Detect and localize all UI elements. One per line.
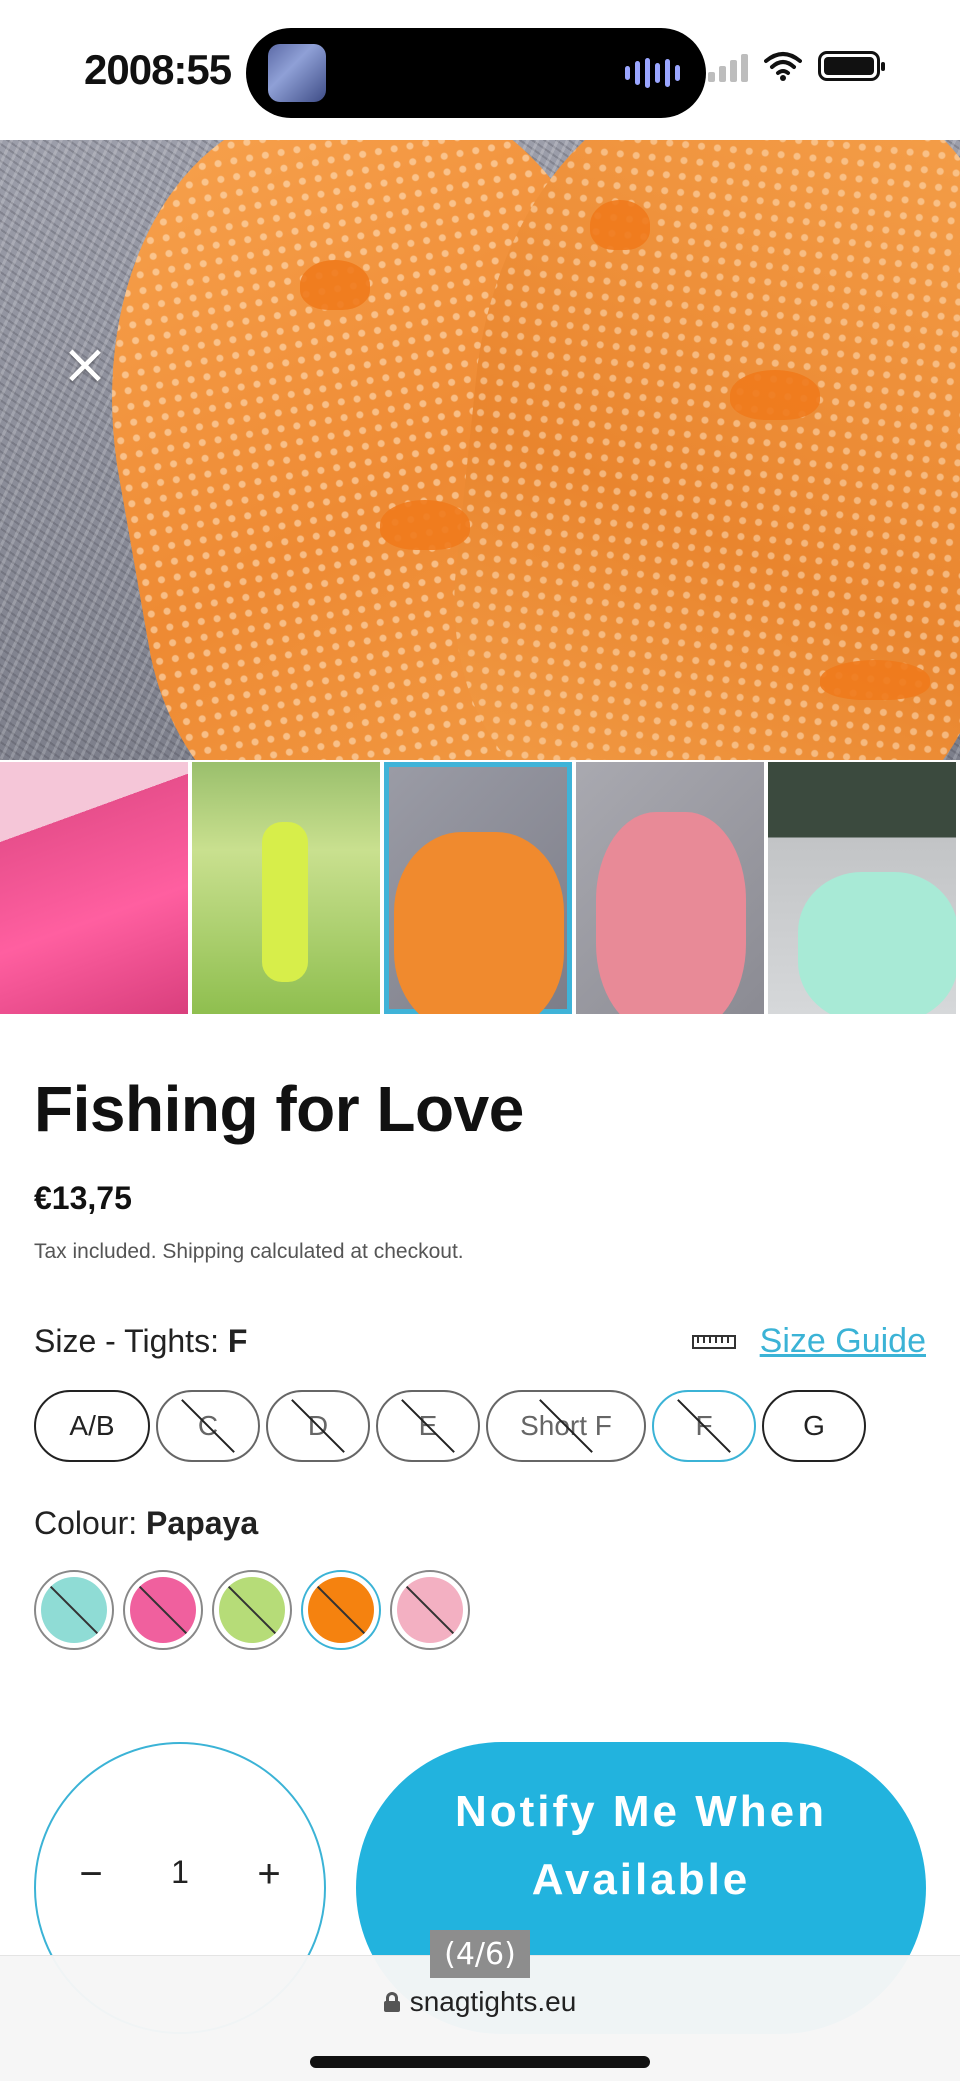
close-icon: × bbox=[61, 332, 109, 397]
thumbnail-lime[interactable] bbox=[192, 762, 380, 1014]
quantity-increase-button[interactable]: + bbox=[244, 1852, 294, 1897]
status-icons bbox=[708, 50, 885, 82]
product-main-image[interactable]: × bbox=[0, 140, 960, 760]
colour-swatch-pink[interactable] bbox=[123, 1570, 203, 1650]
size-row: Size - Tights: F Size Guide bbox=[34, 1322, 926, 1361]
thumbnail-papaya[interactable] bbox=[384, 762, 572, 1014]
size-label: Size - Tights: F bbox=[34, 1323, 248, 1359]
size-options: A/B C D E Short F F G bbox=[34, 1390, 866, 1462]
tax-note: Tax included. Shipping calculated at che… bbox=[34, 1240, 464, 1263]
selected-colour: Papaya bbox=[146, 1505, 259, 1541]
now-playing-artwork bbox=[268, 44, 326, 102]
colour-swatch-papaya[interactable] bbox=[301, 1570, 381, 1650]
size-option-short-f[interactable]: Short F bbox=[486, 1390, 646, 1462]
size-option-g[interactable]: G bbox=[762, 1390, 866, 1462]
lock-icon bbox=[383, 1992, 400, 2012]
audio-waveform-icon bbox=[625, 58, 680, 88]
cellular-signal-icon bbox=[708, 50, 748, 82]
thumbnail-mint[interactable] bbox=[768, 762, 956, 1014]
size-option-d[interactable]: D bbox=[266, 1390, 370, 1462]
size-option-e[interactable]: E bbox=[376, 1390, 480, 1462]
status-bar: 2008:55 bbox=[0, 0, 960, 140]
size-guide-link[interactable]: Size Guide bbox=[760, 1322, 926, 1361]
thumbnail-pink[interactable] bbox=[0, 762, 188, 1014]
battery-icon bbox=[818, 51, 885, 81]
home-indicator bbox=[310, 2056, 650, 2068]
colour-swatch-rose[interactable] bbox=[390, 1570, 470, 1650]
product-price: €13,75 bbox=[34, 1180, 132, 1216]
status-time: 2008:55 bbox=[84, 46, 232, 93]
colour-swatch-mint[interactable] bbox=[34, 1570, 114, 1650]
product-title: Fishing for Love bbox=[34, 1073, 524, 1145]
dynamic-island bbox=[246, 28, 706, 118]
colour-swatches bbox=[34, 1570, 470, 1650]
colour-label: Colour: Papaya bbox=[34, 1505, 259, 1541]
colour-swatch-lime[interactable] bbox=[212, 1570, 292, 1650]
gallery-page-indicator: (4/6) bbox=[430, 1930, 530, 1978]
address-bar[interactable]: snagtights.eu bbox=[0, 1986, 960, 2018]
thumbnail-rose[interactable] bbox=[576, 762, 764, 1014]
close-gallery-button[interactable]: × bbox=[60, 332, 110, 397]
size-option-ab[interactable]: A/B bbox=[34, 1390, 150, 1462]
selected-size: F bbox=[227, 1323, 248, 1359]
thumbnail-strip bbox=[0, 762, 960, 1014]
url-text: snagtights.eu bbox=[409, 1986, 577, 2017]
size-option-f[interactable]: F bbox=[652, 1390, 756, 1462]
size-guide[interactable]: Size Guide bbox=[691, 1322, 926, 1361]
size-option-c[interactable]: C bbox=[156, 1390, 260, 1462]
wifi-icon bbox=[764, 52, 802, 81]
ruler-icon bbox=[691, 1334, 736, 1349]
